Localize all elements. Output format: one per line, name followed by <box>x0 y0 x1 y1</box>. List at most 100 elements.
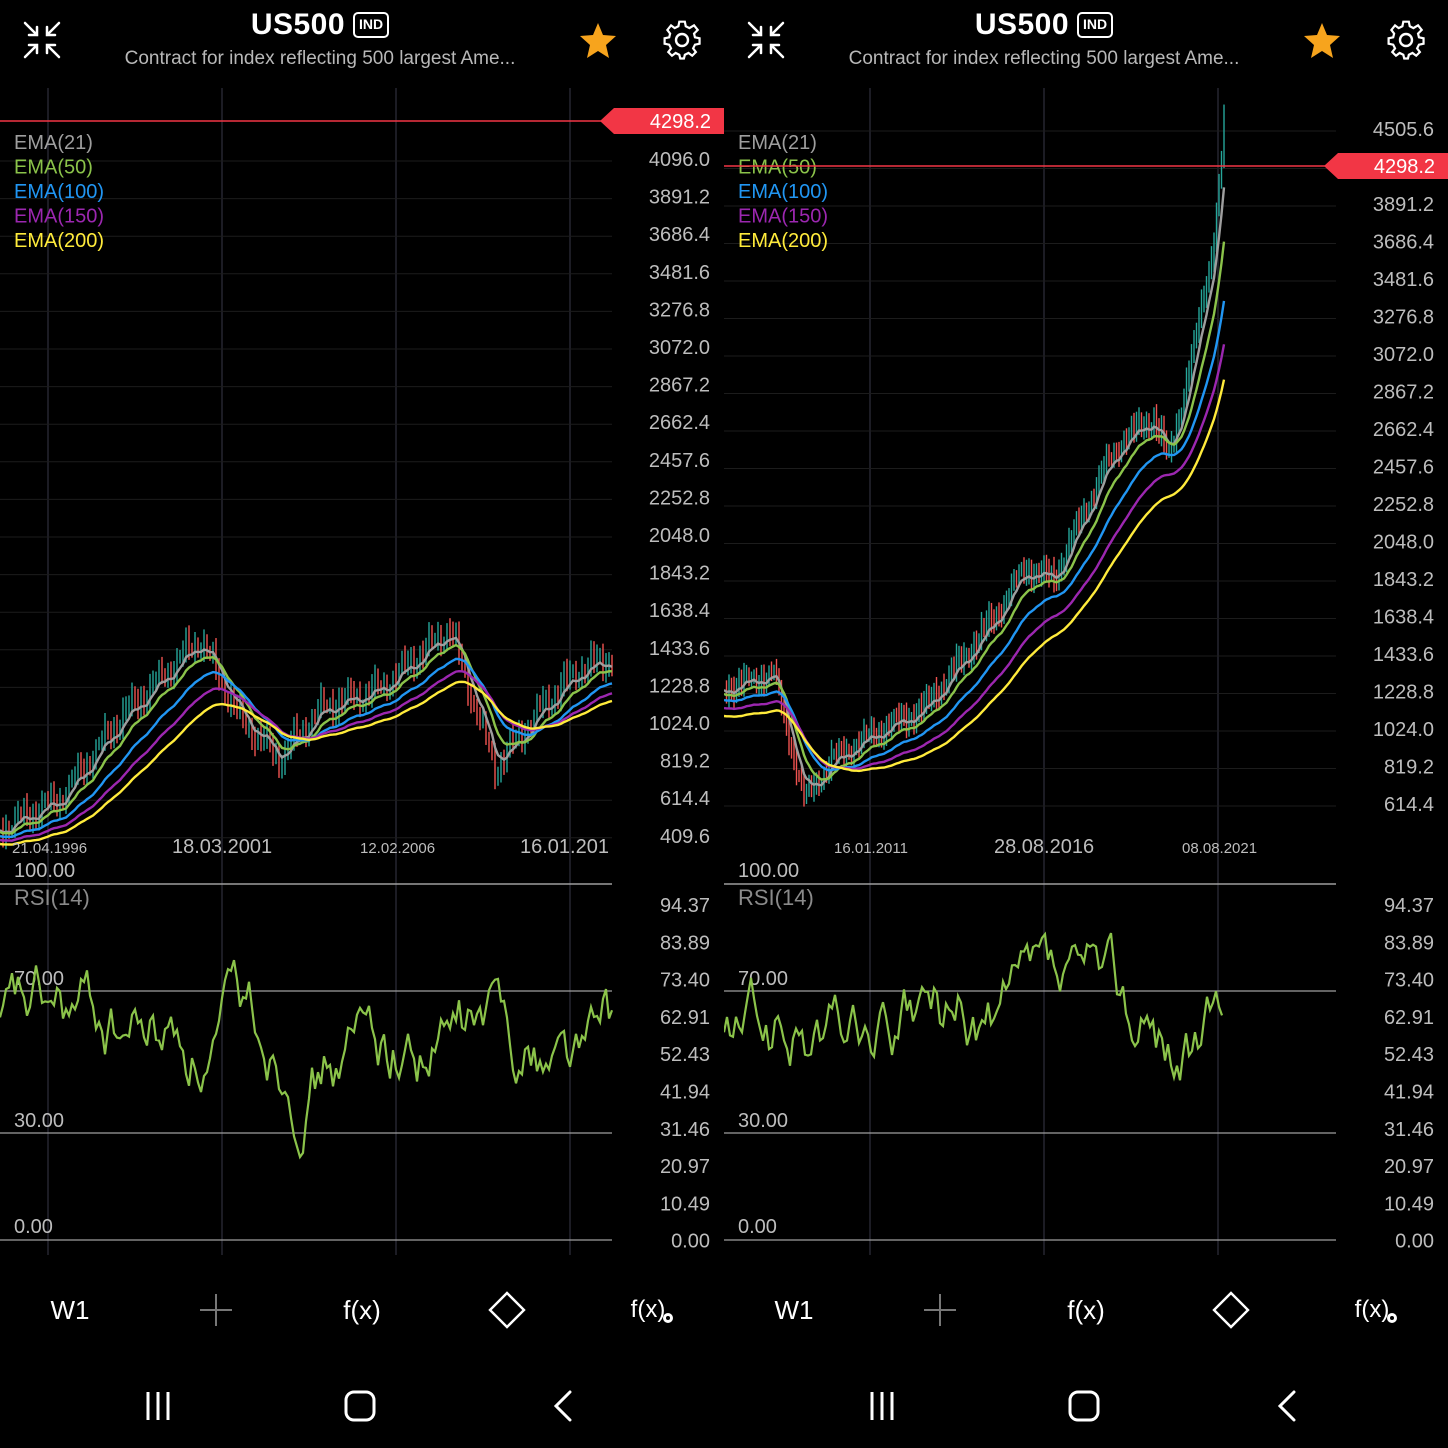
rsi-axis-label: 52.43 <box>660 1044 710 1066</box>
ema-legend-label: EMA(21) <box>738 132 817 154</box>
price-chart[interactable]: 4096.0 3891.2 3686.4 3481.6 3276.8 3072.0 2867… <box>0 0 724 1260</box>
price-axis-label: 614.4 <box>660 788 710 810</box>
ema-line <box>0 680 613 846</box>
recents-icon[interactable] <box>138 1386 178 1426</box>
price-axis-label: 1024.0 <box>649 713 710 735</box>
rsi-line <box>724 931 1224 1082</box>
price-axis-label: 2252.8 <box>1373 494 1434 516</box>
indicator-settings-label: f(x) <box>1354 1296 1390 1323</box>
price-axis-label: 3072.0 <box>1373 344 1434 366</box>
ema-legend-label: EMA(100) <box>738 181 828 203</box>
price-axis-label: 2867.2 <box>1373 382 1434 404</box>
rsi-upper-label: 100.00 <box>738 860 799 882</box>
plus-icon[interactable] <box>196 1290 236 1330</box>
ema-legend-label: EMA(150) <box>738 206 828 228</box>
plus-icon[interactable] <box>920 1290 960 1330</box>
rsi-label: RSI(14) <box>14 885 90 910</box>
home-icon[interactable] <box>1064 1386 1104 1426</box>
ema-line <box>724 344 1226 771</box>
last-price-label: 4298.2 <box>650 111 711 133</box>
rsi-axis-label: 10.49 <box>1384 1193 1434 1215</box>
back-icon[interactable] <box>1268 1386 1308 1426</box>
price-axis-label: 3072.0 <box>649 337 710 359</box>
price-axis-label: 3686.4 <box>649 224 710 246</box>
timeframe-button[interactable]: W1 <box>764 1290 824 1330</box>
rsi-axis-label: 52.43 <box>1384 1044 1434 1066</box>
indicator-settings-button[interactable]: f(x) <box>628 1290 678 1330</box>
price-axis-label: 3276.8 <box>1373 307 1434 329</box>
ema-legend-label: EMA(100) <box>14 181 104 203</box>
ema-legend-label: EMA(200) <box>14 230 104 252</box>
rsi-axis-label: 41.94 <box>1384 1082 1434 1104</box>
rsi-axis-label: 20.97 <box>660 1156 710 1178</box>
price-axis-label: 1228.8 <box>649 675 710 697</box>
price-axis-label: 1638.4 <box>1373 607 1434 629</box>
ema-line <box>0 657 613 839</box>
diamond-icon[interactable] <box>1211 1290 1251 1330</box>
time-axis-label: 28.08.2016 <box>994 836 1094 858</box>
price-chart[interactable]: 4505.64096.03891.23686.43481.63276.83072… <box>724 0 1448 1260</box>
rsi-level-label: 0.00 <box>14 1216 53 1238</box>
rsi-axis-label: 41.94 <box>660 1082 710 1104</box>
time-axis-label: 16.01.2011 <box>834 840 908 857</box>
price-axis-label: 2457.6 <box>1373 457 1434 479</box>
rsi-axis-label: 94.37 <box>660 895 710 917</box>
last-price-label: 4298.2 <box>1374 156 1435 178</box>
price-axis-label: 1433.6 <box>1373 644 1434 666</box>
rsi-axis-label: 83.89 <box>1384 932 1434 954</box>
diamond-icon[interactable] <box>487 1290 527 1330</box>
time-axis-label: 16.01.201 <box>520 836 609 858</box>
rsi-level-label: 30.00 <box>14 1110 64 1132</box>
price-axis-label: 2867.2 <box>649 375 710 397</box>
price-axis-label: 1843.2 <box>1373 569 1434 591</box>
price-axis-label: 819.2 <box>1384 757 1434 779</box>
price-axis-label: 3891.2 <box>1373 194 1434 216</box>
indicators-button[interactable]: f(x) <box>1056 1290 1116 1330</box>
time-axis-label: 21.04.1996 <box>12 840 87 857</box>
rsi-axis-label: 0.00 <box>1395 1231 1434 1253</box>
price-axis-label: 1024.0 <box>1373 719 1434 741</box>
rsi-axis-label: 10.49 <box>660 1193 710 1215</box>
price-axis-label: 409.6 <box>660 826 710 848</box>
price-axis-label: 2252.8 <box>649 487 710 509</box>
price-axis-label: 614.4 <box>1384 794 1434 816</box>
ema-legend-label: EMA(200) <box>738 230 828 252</box>
rsi-axis-label: 73.40 <box>660 970 710 992</box>
rsi-axis-label: 31.46 <box>1384 1119 1434 1141</box>
small-gear-icon <box>663 1313 674 1323</box>
price-axis-label: 2662.4 <box>1373 419 1434 441</box>
home-icon[interactable] <box>340 1386 380 1426</box>
rsi-axis-label: 62.91 <box>1384 1007 1434 1029</box>
price-axis-label: 2048.0 <box>649 525 710 547</box>
price-axis-label: 1843.2 <box>649 563 710 585</box>
rsi-axis-label: 0.00 <box>671 1231 710 1253</box>
ema-line <box>724 300 1226 772</box>
price-axis-label: 1638.4 <box>649 600 710 622</box>
price-axis-label: 1433.6 <box>649 638 710 660</box>
price-axis-label: 3481.6 <box>1373 269 1434 291</box>
back-icon[interactable] <box>544 1386 584 1426</box>
rsi-level-label: 0.00 <box>738 1216 777 1238</box>
price-axis-label: 3891.2 <box>649 187 710 209</box>
rsi-level-label: 70.00 <box>738 968 788 990</box>
indicator-settings-label: f(x) <box>630 1296 666 1323</box>
indicators-button[interactable]: f(x) <box>332 1290 392 1330</box>
price-axis-label: 2662.4 <box>649 412 710 434</box>
recents-icon[interactable] <box>862 1386 902 1426</box>
price-axis-label: 4096.0 <box>649 149 710 171</box>
price-axis-label: 3276.8 <box>649 299 710 321</box>
timeframe-button[interactable]: W1 <box>40 1290 100 1330</box>
rsi-level-label: 30.00 <box>738 1110 788 1132</box>
indicator-settings-button[interactable]: f(x) <box>1352 1290 1402 1330</box>
chart-panel-right: US500 IND Contract for index reflecting … <box>724 0 1448 1448</box>
rsi-axis-label: 20.97 <box>1384 1156 1434 1178</box>
time-axis-label: 08.08.2021 <box>1182 840 1257 857</box>
price-axis-label: 2048.0 <box>1373 532 1434 554</box>
rsi-axis-label: 62.91 <box>660 1007 710 1029</box>
price-axis-label: 3686.4 <box>1373 232 1434 254</box>
price-axis-label: 3481.6 <box>649 262 710 284</box>
rsi-label: RSI(14) <box>738 885 814 910</box>
rsi-axis-label: 94.37 <box>1384 895 1434 917</box>
chart-panel-left: US500 IND Contract for index reflecting … <box>0 0 724 1448</box>
ema-legend-label: EMA(21) <box>14 132 93 154</box>
